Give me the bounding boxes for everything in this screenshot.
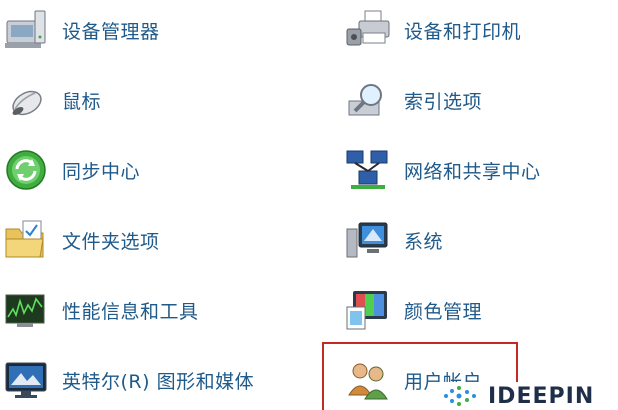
cpl-item-folder-options[interactable]: 文件夹选项 — [2, 212, 302, 268]
cpl-item-label: 文件夹选项 — [62, 230, 160, 253]
color-management-icon — [344, 286, 392, 334]
cpl-item-label: 英特尔(R) 图形和媒体 — [62, 370, 255, 393]
cpl-item-label: 同步中心 — [62, 160, 141, 183]
cpl-item-network-sharing[interactable]: 网络和共享中心 — [344, 142, 614, 198]
cpl-item-device-manager[interactable]: 设备管理器 — [2, 2, 302, 58]
cpl-item-label: 鼠标 — [62, 90, 102, 113]
cpl-item-performance[interactable]: 性能信息和工具 — [2, 282, 302, 338]
performance-icon — [2, 286, 50, 334]
cpl-item-label: 网络和共享中心 — [404, 160, 541, 183]
system-icon — [344, 216, 392, 264]
printer-icon — [344, 6, 392, 54]
folder-options-icon — [2, 216, 50, 264]
watermark: IDEEPIN — [430, 382, 618, 410]
sync-center-icon — [2, 146, 50, 194]
cpl-item-label: 系统 — [404, 230, 444, 253]
mouse-icon — [2, 76, 50, 124]
cpl-item-label: 颜色管理 — [404, 300, 483, 323]
network-icon — [344, 146, 392, 194]
cpl-item-color-management[interactable]: 颜色管理 — [344, 282, 614, 338]
cpl-item-sync-center[interactable]: 同步中心 — [2, 142, 302, 198]
cpl-item-label: 设备和打印机 — [404, 20, 522, 43]
cpl-item-indexing-options[interactable]: 索引选项 — [344, 72, 614, 128]
cpl-item-label: 设备管理器 — [62, 20, 160, 43]
watermark-logo-icon — [440, 382, 480, 410]
cpl-item-intel-graphics[interactable]: 英特尔(R) 图形和媒体 — [2, 352, 302, 408]
cpl-item-devices-printers[interactable]: 设备和打印机 — [344, 2, 614, 58]
cpl-item-label: 性能信息和工具 — [62, 300, 199, 323]
device-manager-icon — [2, 6, 50, 54]
watermark-text: IDEEPIN — [488, 383, 595, 409]
cpl-item-label: 索引选项 — [404, 90, 483, 113]
intel-graphics-icon — [2, 356, 50, 404]
cpl-item-mouse[interactable]: 鼠标 — [2, 72, 302, 128]
indexing-icon — [344, 76, 392, 124]
cpl-item-system[interactable]: 系统 — [344, 212, 614, 268]
